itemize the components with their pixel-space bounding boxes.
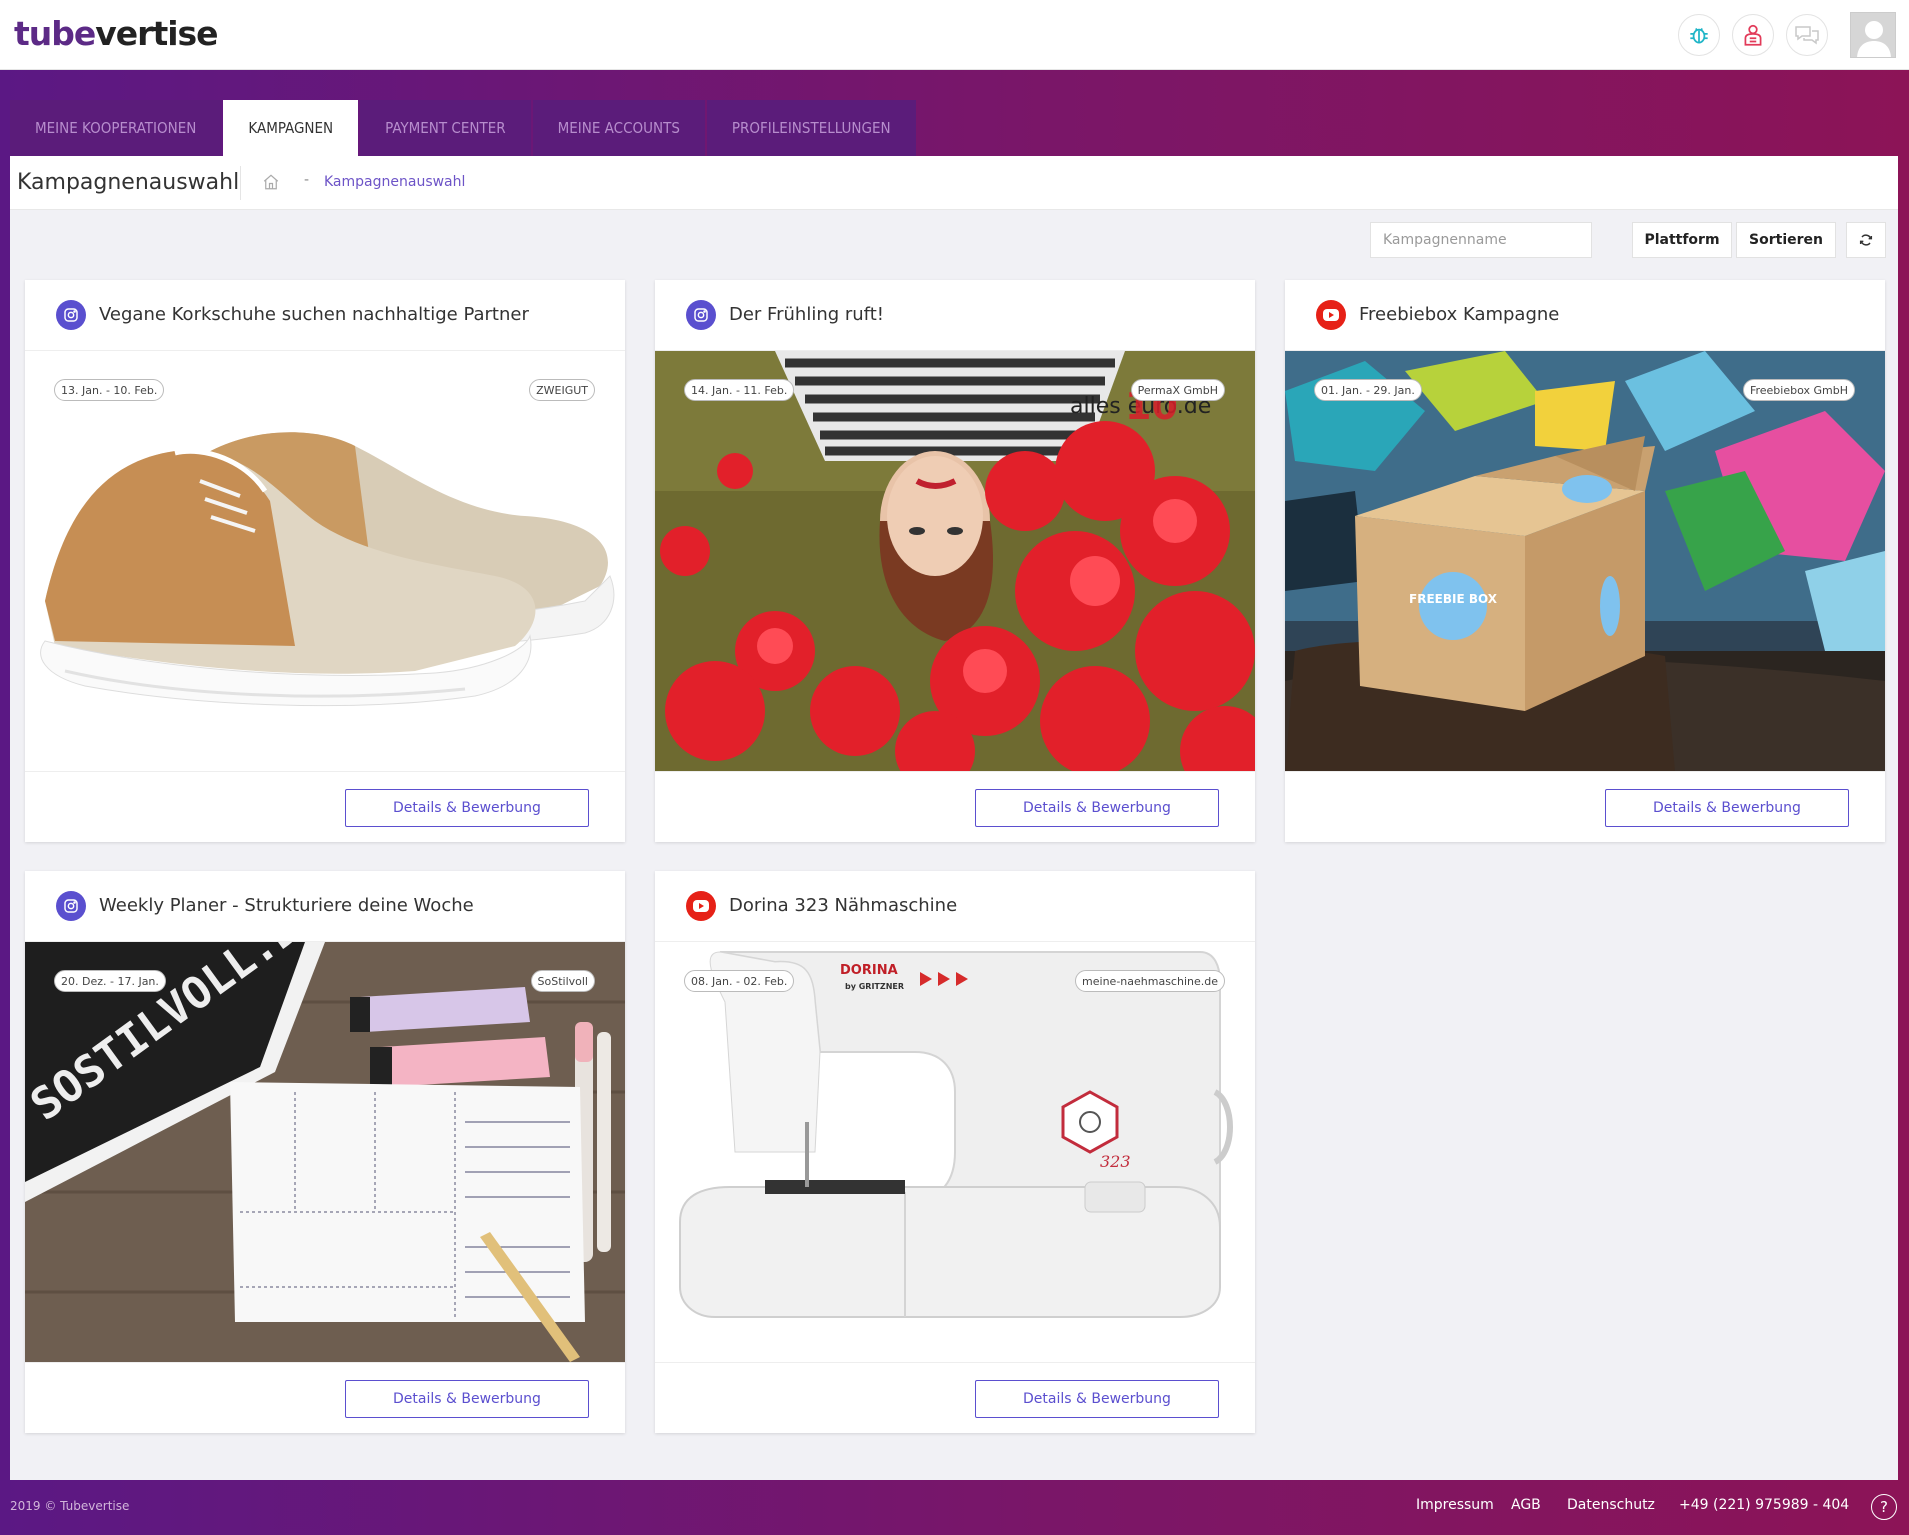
user-avatar-icon [1851,13,1895,57]
campaign-card[interactable]: Der Frühling ruft! alles euro.de 10 14. … [655,280,1255,842]
refresh-button[interactable] [1846,222,1886,258]
top-header: tubevertise [0,0,1909,70]
footer-link-agb[interactable]: AGB [1511,1497,1541,1513]
image-text: FREEBIE BOX [1409,592,1498,606]
user-support-icon [1744,24,1762,46]
refresh-icon [1859,234,1873,246]
card-header: Der Frühling ruft! [655,280,1255,351]
date-badge: 14. Jan. - 11. Feb. [684,379,795,401]
campaign-image[interactable]: DORINA by GRITZNER 323 08. Jan. - 02. Fe… [655,942,1255,1362]
instagram-icon [56,300,86,330]
date-badge: 01. Jan. - 29. Jan. [1314,379,1422,401]
tab-meine-accounts[interactable]: MEINE ACCOUNTS [532,100,705,156]
campaign-title[interactable]: Dorina 323 Nähmaschine [729,895,957,916]
tab-meine-kooperationen[interactable]: MEINE KOOPERATIONEN [10,100,222,156]
avatar[interactable] [1850,12,1896,58]
date-badge: 08. Jan. - 02. Feb. [684,970,795,992]
tab-payment-center[interactable]: PAYMENT CENTER [360,100,531,156]
youtube-icon [1316,300,1346,330]
campaign-title[interactable]: Freebiebox Kampagne [1359,304,1559,325]
weekly-planner-photo: SOSTILVOLL.DE [25,942,625,1362]
image-brand-sub: by GRITZNER [845,982,904,991]
sort-button[interactable]: Sortieren [1736,222,1836,258]
freebie-box-photo: FREEBIE BOX [1285,351,1885,771]
tab-profileinstellungen[interactable]: PROFILEINSTELLUNGEN [706,100,916,156]
campaign-card[interactable]: Freebiebox Kampagne FREEBIE BOX 01. Jan.… [1285,280,1885,842]
date-badge: 13. Jan. - 10. Feb. [54,379,165,401]
campaign-title[interactable]: Weekly Planer - Strukturiere deine Woche [99,895,474,916]
card-footer: Details & Bewerbung [655,771,1255,842]
logo[interactable]: tubevertise [14,14,219,53]
details-button[interactable]: Details & Bewerbung [1605,789,1849,827]
card-footer: Details & Bewerbung [25,771,625,842]
card-footer: Details & Bewerbung [655,1362,1255,1433]
sewing-machine-photo: DORINA by GRITZNER 323 [655,942,1255,1362]
home-icon[interactable] [262,173,280,191]
instagram-icon [56,891,86,921]
footer-link-datenschutz[interactable]: Datenschutz [1567,1497,1655,1513]
spring-flowers-photo: alles euro.de 10 [655,351,1255,771]
page-subheader: Kampagnenauswahl - Kampagnenauswahl [10,156,1898,210]
platform-filter-button[interactable]: Plattform [1632,222,1732,258]
company-badge: Freebiebox GmbH [1742,379,1855,401]
logo-part-2: vertise [95,14,218,53]
support-button[interactable] [1732,14,1774,56]
breadcrumb-current[interactable]: Kampagnenauswahl [324,174,465,190]
campaign-card[interactable]: Weekly Planer - Strukturiere deine Woche… [25,871,625,1433]
page-title: Kampagnenauswahl [17,170,240,195]
help-icon[interactable]: ? [1871,1494,1897,1520]
details-button[interactable]: Details & Bewerbung [345,789,589,827]
image-brand: DORINA [840,963,898,978]
campaign-image[interactable]: SOSTILVOLL.DE 20. Dez. - 17. Jan. SoStil… [25,942,625,1362]
company-badge: meine-naehmaschine.de [1075,970,1225,992]
chat-icon [1795,26,1819,45]
campaign-card[interactable]: Vegane Korkschuhe suchen nachhaltige Par… [25,280,625,842]
card-footer: Details & Bewerbung [25,1362,625,1433]
main-panel: Kampagnenauswahl - Kampagnenauswahl Plat… [10,156,1898,1480]
details-button[interactable]: Details & Bewerbung [345,1380,589,1418]
company-badge: PermaX GmbH [1130,379,1225,401]
footer-phone[interactable]: +49 (221) 975989 - 404 [1679,1497,1849,1513]
date-badge: 20. Dez. - 17. Jan. [54,970,166,992]
breadcrumb-separator: - [304,172,310,188]
campaign-title[interactable]: Vegane Korkschuhe suchen nachhaltige Par… [99,304,529,325]
card-header: Dorina 323 Nähmaschine [655,871,1255,942]
footer-link-impressum[interactable]: Impressum [1416,1497,1494,1513]
card-header: Vegane Korkschuhe suchen nachhaltige Par… [25,280,625,351]
bug-report-button[interactable] [1678,14,1720,56]
logo-part-1: tube [14,14,96,53]
campaign-title[interactable]: Der Frühling ruft! [729,304,884,325]
instagram-icon [686,300,716,330]
details-button[interactable]: Details & Bewerbung [975,1380,1219,1418]
divider [240,166,241,200]
campaign-card[interactable]: Dorina 323 Nähmaschine DORINA by GRITZNE… [655,871,1255,1433]
company-badge: SoStilvoll [530,970,595,992]
details-button[interactable]: Details & Bewerbung [975,789,1219,827]
card-header: Freebiebox Kampagne [1285,280,1885,351]
image-model: 323 [1100,1152,1131,1171]
youtube-icon [686,891,716,921]
main-tabs: MEINE KOOPERATIONEN KAMPAGNEN PAYMENT CE… [10,100,918,156]
card-footer: Details & Bewerbung [1285,771,1885,842]
cork-shoes-illustration [40,432,615,707]
campaign-image[interactable]: alles euro.de 10 14. Jan. - 11. Feb. Per… [655,351,1255,771]
campaign-search-input[interactable] [1370,222,1592,258]
campaign-image[interactable]: FREEBIE BOX 01. Jan. - 29. Jan. Freebieb… [1285,351,1885,771]
copyright: 2019 © Tubevertise [10,1499,130,1513]
card-header: Weekly Planer - Strukturiere deine Woche [25,871,625,942]
campaign-image[interactable]: 13. Jan. - 10. Feb. ZWEIGUT [25,351,625,771]
bug-icon [1690,27,1708,44]
tab-kampagnen[interactable]: KAMPAGNEN [223,100,359,156]
company-badge: ZWEIGUT [529,379,595,401]
messages-button[interactable] [1786,14,1828,56]
